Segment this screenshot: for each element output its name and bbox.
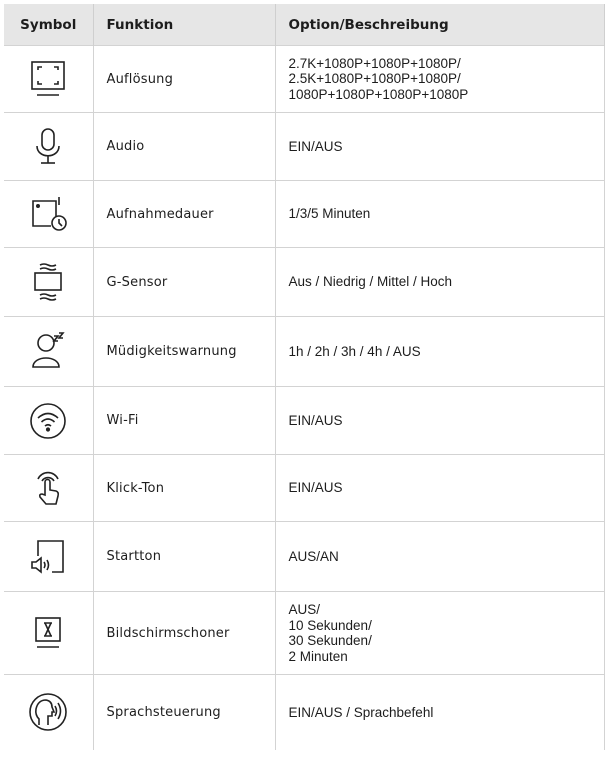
startup-tone-icon <box>31 539 65 574</box>
table-row: G-Sensor Aus / Niedrig / Mittel / Hoch <box>4 247 605 317</box>
option-cell: AUS/AN <box>275 521 605 592</box>
function-cell: Startton <box>93 521 276 592</box>
click-tone-icon <box>37 471 60 505</box>
voice-control-icon <box>29 693 68 732</box>
table-header-row: Symbol Funktion Option/Beschreibung <box>4 4 605 46</box>
option-cell: 2.7K+1080P+1080P+1080P/ 2.5K+1080P+1080P… <box>275 45 605 113</box>
symbol-cell <box>4 454 94 522</box>
option-cell: 1/3/5 Minuten <box>275 180 605 248</box>
table-row: Auflösung 2.7K+1080P+1080P+1080P/ 2.5K+1… <box>4 45 605 113</box>
symbol-cell <box>4 386 94 455</box>
function-cell: Wi-Fi <box>93 386 276 455</box>
function-cell: Audio <box>93 112 276 181</box>
symbol-cell <box>4 45 94 113</box>
screensaver-hourglass-icon <box>35 617 62 648</box>
function-cell: Aufnahmedauer <box>93 180 276 248</box>
header-function: Funktion <box>93 4 276 46</box>
option-cell: EIN/AUS <box>275 112 605 181</box>
resolution-frame-icon <box>31 61 66 96</box>
header-symbol: Symbol <box>4 4 94 46</box>
option-cell: EIN/AUS / Sprachbefehl <box>275 674 605 750</box>
table-row: Sprachsteuerung EIN/AUS / Sprachbefehl <box>4 674 605 750</box>
function-cell: Auflösung <box>93 45 276 113</box>
symbol-cell <box>4 316 94 387</box>
symbol-cell <box>4 112 94 181</box>
table-row: Müdigkeitswarnung 1h / 2h / 3h / 4h / AU… <box>4 316 605 387</box>
header-option: Option/Beschreibung <box>275 4 605 46</box>
function-cell: Müdigkeitswarnung <box>93 316 276 387</box>
symbol-cell <box>4 591 94 675</box>
table-row: Wi-Fi EIN/AUS <box>4 386 605 455</box>
option-cell: EIN/AUS <box>275 386 605 455</box>
table-row: Bildschirmschoner AUS/ 10 Sekunden/ 30 S… <box>4 591 605 675</box>
table-row: Startton AUS/AN <box>4 521 605 592</box>
option-cell: 1h / 2h / 3h / 4h / AUS <box>275 316 605 387</box>
g-sensor-icon <box>34 263 63 301</box>
option-cell: EIN/AUS <box>275 454 605 522</box>
recording-duration-icon <box>32 197 68 231</box>
microphone-icon <box>36 127 61 164</box>
function-cell: G-Sensor <box>93 247 276 317</box>
table-row: Klick-Ton EIN/AUS <box>4 454 605 522</box>
table-row: Audio EIN/AUS <box>4 112 605 181</box>
function-cell: Klick-Ton <box>93 454 276 522</box>
option-cell: Aus / Niedrig / Mittel / Hoch <box>275 247 605 317</box>
table-row: Aufnahmedauer 1/3/5 Minuten <box>4 180 605 248</box>
fatigue-warning-icon <box>32 331 65 368</box>
wifi-icon <box>30 402 67 439</box>
function-cell: Sprachsteuerung <box>93 674 276 750</box>
symbol-cell <box>4 247 94 317</box>
option-cell: AUS/ 10 Sekunden/ 30 Sekunden/ 2 Minuten <box>275 591 605 675</box>
symbol-cell <box>4 521 94 592</box>
settings-table: Symbol Funktion Option/Beschreibung Aufl… <box>4 4 605 750</box>
symbol-cell <box>4 180 94 248</box>
symbol-cell <box>4 674 94 750</box>
function-cell: Bildschirmschoner <box>93 591 276 675</box>
